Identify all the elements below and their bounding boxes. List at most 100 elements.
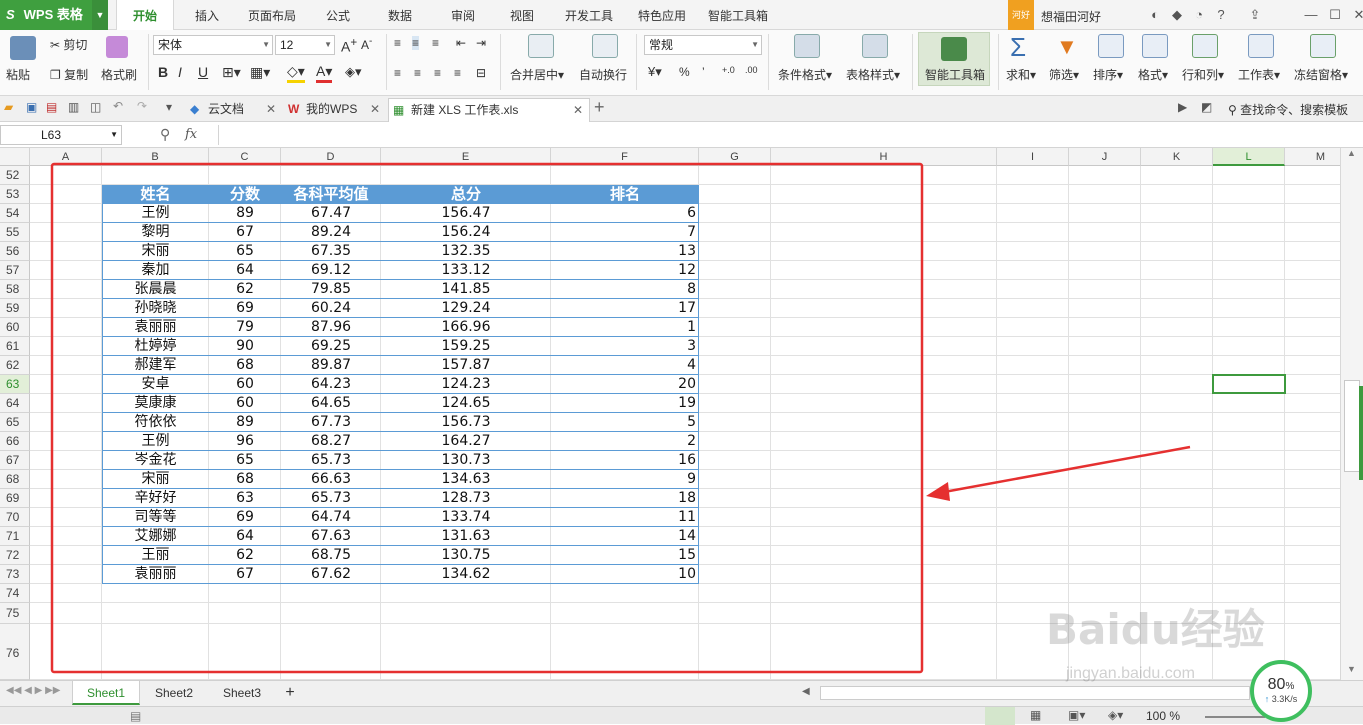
fx-icon[interactable]: fx [185, 127, 197, 142]
skin-icon[interactable]: ◐ [1144, 4, 1166, 26]
font-name-select[interactable]: 宋体 ▼ [153, 35, 273, 55]
row-header[interactable]: 54 [0, 204, 30, 223]
row-header[interactable]: 64 [0, 394, 30, 413]
copy-button[interactable]: ❐ 复制 [50, 66, 88, 83]
add-sheet-button[interactable]: + [280, 681, 300, 705]
print-icon[interactable]: ▥ [68, 100, 79, 114]
close-icon[interactable]: ✕ [1348, 4, 1363, 26]
menu-tab-0[interactable]: 开始 [116, 0, 174, 31]
new-tab-icon[interactable]: + [594, 97, 605, 118]
row-header[interactable]: 53 [0, 185, 30, 204]
column-header[interactable]: B [102, 148, 209, 166]
align-bottom-icon[interactable]: ≡ [432, 36, 439, 50]
export-pdf-icon[interactable]: ▤ [46, 100, 57, 114]
column-header[interactable]: D [281, 148, 381, 166]
number-format-select[interactable]: 常规 ▼ [644, 35, 762, 55]
help-icon[interactable]: ? [1210, 4, 1232, 26]
font-color-icon[interactable]: A▾ [316, 63, 333, 83]
row-header[interactable]: 68 [0, 470, 30, 489]
zoom-slider[interactable] [1205, 716, 1265, 718]
macro-icon[interactable]: ▤ [130, 709, 141, 723]
scroll-thumb[interactable] [1344, 380, 1360, 472]
row-header[interactable]: 67 [0, 451, 30, 470]
share-icon[interactable]: ◔ [1188, 4, 1210, 26]
name-box[interactable]: L63 ▼ [0, 125, 122, 145]
freeze-button[interactable]: 冻结窗格▾ [1294, 66, 1348, 83]
comma-button[interactable]: ’ [702, 65, 705, 79]
decimal-increase-icon[interactable]: +.0 [722, 65, 735, 75]
row-header[interactable]: 73 [0, 565, 30, 584]
underline-button[interactable]: U [198, 64, 208, 80]
indent-decrease-icon[interactable]: ⇤ [456, 36, 466, 50]
row-header[interactable]: 71 [0, 527, 30, 546]
reading-mode-icon[interactable]: ◈▾ [1108, 708, 1123, 722]
scroll-down-icon[interactable]: ▼ [1347, 664, 1356, 674]
cell-style-icon[interactable]: ▦▾ [250, 64, 270, 81]
cube-icon[interactable]: ◆ [1166, 4, 1188, 26]
command-search[interactable]: ⚲ 查找命令、搜索模板 [1228, 101, 1348, 118]
column-header[interactable]: I [997, 148, 1069, 166]
sheet-tab-1[interactable]: Sheet1 [72, 681, 140, 705]
print-preview-icon[interactable]: ◫ [90, 100, 101, 114]
doc-tab-mywps[interactable]: W 我的WPS ✕ [284, 98, 386, 122]
row-header[interactable]: 59 [0, 299, 30, 318]
border-icon[interactable]: ⊞▾ [222, 64, 241, 81]
row-header[interactable]: 74 [0, 584, 30, 603]
sheet-nav-icon[interactable]: ◀◀ ◀ ▶ ▶▶ [6, 685, 60, 696]
decimal-decrease-icon[interactable]: .00 [745, 65, 758, 75]
menu-tab-5[interactable]: 审阅 [440, 0, 486, 30]
column-header[interactable]: E [381, 148, 551, 166]
undo-icon[interactable]: ↶ [113, 99, 123, 113]
row-header[interactable]: 75 [0, 603, 30, 624]
user-name[interactable]: 想福田河好 [1041, 8, 1101, 25]
smart-toolbox-button[interactable]: 智能工具箱 [918, 32, 990, 86]
merge-center-button[interactable]: 合并居中▾ [510, 66, 564, 83]
worksheet-button[interactable]: 工作表▾ [1238, 66, 1280, 83]
chevron-down-icon[interactable]: ▾ [166, 100, 172, 114]
sheet-tab-3[interactable]: Sheet3 [208, 681, 276, 705]
column-header[interactable]: K [1141, 148, 1213, 166]
menu-tab-7[interactable]: 开发工具 [556, 0, 622, 30]
row-header[interactable]: 76 [0, 624, 30, 680]
screen-icon[interactable]: ▶ [1178, 100, 1187, 114]
horizontal-scroll-thumb[interactable] [820, 686, 1250, 700]
clear-format-icon[interactable]: ◈▾ [345, 64, 362, 80]
menu-tab-1[interactable]: 插入 [186, 0, 228, 30]
row-header[interactable]: 57 [0, 261, 30, 280]
table-style-button[interactable]: 表格样式▾ [846, 66, 900, 83]
format-painter-button[interactable]: 格式刷 [101, 66, 137, 83]
maximize-icon[interactable]: ☐ [1324, 4, 1346, 26]
align-right-icon[interactable]: ≡ [434, 66, 441, 80]
row-header[interactable]: 55 [0, 223, 30, 242]
column-header[interactable]: J [1069, 148, 1141, 166]
format-button[interactable]: 格式▾ [1138, 66, 1168, 83]
row-header[interactable]: 62 [0, 356, 30, 375]
side-panel-handle[interactable] [1359, 386, 1363, 480]
vertical-scrollbar[interactable]: ▲ ▼ [1340, 148, 1363, 680]
row-header[interactable]: 61 [0, 337, 30, 356]
distribute-icon[interactable]: ⊟ [476, 66, 486, 80]
row-header[interactable]: 70 [0, 508, 30, 527]
decrease-font-icon[interactable]: A- [361, 36, 372, 52]
sheet-tab-2[interactable]: Sheet2 [140, 681, 208, 705]
close-icon[interactable]: ✕ [573, 99, 583, 121]
page-break-view-icon[interactable]: ▦ [1030, 708, 1041, 722]
italic-button[interactable]: I [178, 64, 182, 80]
align-left-icon[interactable]: ≡ [394, 66, 401, 80]
percent-button[interactable]: % [679, 65, 690, 79]
menu-tab-3[interactable]: 公式 [316, 0, 360, 30]
menu-tab-2[interactable]: 页面布局 [240, 0, 304, 30]
select-all-corner[interactable] [0, 148, 30, 166]
row-header[interactable]: 66 [0, 432, 30, 451]
row-col-button[interactable]: 行和列▾ [1182, 66, 1224, 83]
row-header[interactable]: 63 [0, 375, 30, 394]
menu-tab-8[interactable]: 特色应用 [628, 0, 696, 30]
column-header[interactable]: A [30, 148, 102, 166]
column-header[interactable]: L [1213, 148, 1285, 166]
indent-increase-icon[interactable]: ⇥ [476, 36, 486, 50]
normal-view-icon[interactable] [985, 707, 1015, 725]
menu-tab-6[interactable]: 视图 [500, 0, 544, 30]
row-header[interactable]: 69 [0, 489, 30, 508]
zoom-level[interactable]: 100 % [1146, 709, 1180, 723]
doc-tab-active[interactable]: ▦ 新建 XLS 工作表.xls ✕ [388, 98, 590, 122]
